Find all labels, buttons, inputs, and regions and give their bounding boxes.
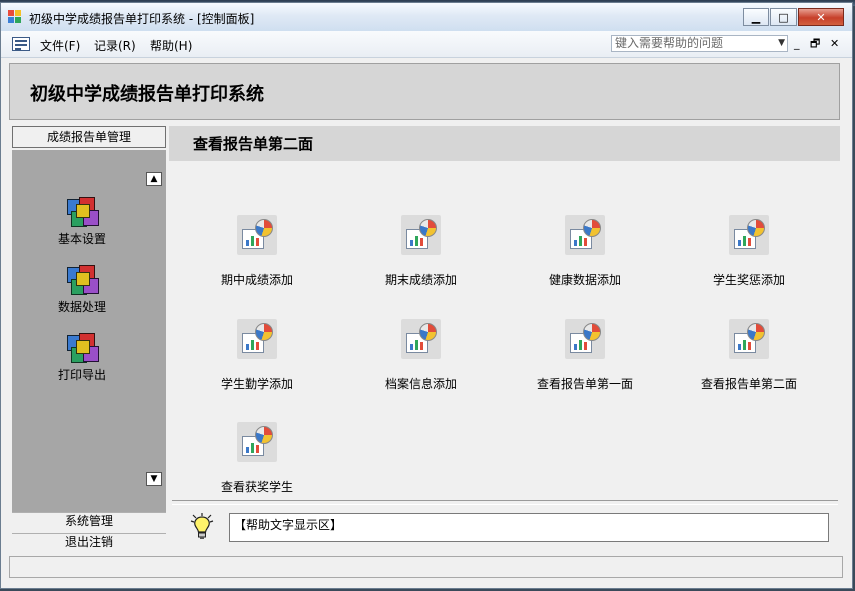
tile-label: 查看报告单第二面 bbox=[700, 377, 797, 391]
cubes-icon bbox=[65, 195, 99, 229]
title-bar[interactable]: 初级中学成绩报告单打印系统 - [控制面板] ▁ □ ✕ bbox=[1, 3, 852, 31]
form-doc-icon[interactable] bbox=[12, 37, 30, 51]
status-bar bbox=[9, 556, 843, 578]
report-chart-icon bbox=[237, 215, 277, 255]
help-question-input[interactable]: 键入需要帮助的问题 ▼ bbox=[611, 35, 788, 52]
tile-label: 学生勤学添加 bbox=[220, 377, 293, 391]
menu-record[interactable]: 记录(R) bbox=[94, 37, 136, 54]
window-title: 初级中学成绩报告单打印系统 - [控制面板] bbox=[29, 12, 255, 26]
tile-label: 学生奖惩添加 bbox=[712, 273, 785, 287]
main-title: 查看报告单第二面 bbox=[193, 135, 314, 153]
sidebar-item-label: 基本设置 bbox=[57, 232, 106, 246]
menu-bar: 文件(F) 记录(R) 帮助(H) 键入需要帮助的问题 ▼ _ 🗗 ✕ bbox=[1, 31, 852, 58]
sidebar-item-label: 数据处理 bbox=[57, 300, 106, 314]
form-header: 初级中学成绩报告单打印系统 bbox=[9, 63, 840, 120]
close-button[interactable]: ✕ bbox=[798, 8, 844, 26]
report-chart-icon bbox=[237, 422, 277, 462]
menu-file[interactable]: 文件(F) bbox=[40, 37, 80, 54]
help-question-placeholder: 键入需要帮助的问题 bbox=[615, 36, 724, 50]
cubes-icon bbox=[65, 263, 99, 297]
tile-diligence[interactable]: 学生勤学添加 bbox=[182, 319, 332, 392]
tile-archive-info[interactable]: 档案信息添加 bbox=[346, 319, 496, 392]
divider bbox=[172, 500, 838, 505]
system-management-button[interactable]: 系统管理 bbox=[12, 512, 166, 530]
menu-help[interactable]: 帮助(H) bbox=[150, 37, 192, 54]
tile-label: 期中成绩添加 bbox=[220, 273, 293, 287]
tile-final-scores[interactable]: 期末成绩添加 bbox=[346, 215, 496, 288]
report-chart-icon bbox=[565, 319, 605, 359]
report-chart-icon bbox=[729, 319, 769, 359]
tile-label: 查看获奖学生 bbox=[220, 480, 293, 494]
access-app-icon bbox=[8, 10, 22, 24]
tile-health-data[interactable]: 健康数据添加 bbox=[510, 215, 660, 288]
report-chart-icon bbox=[401, 215, 441, 255]
main-header: 查看报告单第二面 bbox=[169, 126, 840, 161]
tile-view-award-students[interactable]: 查看获奖学生 bbox=[182, 422, 332, 495]
tile-label: 期末成绩添加 bbox=[384, 273, 457, 287]
report-chart-icon bbox=[565, 215, 605, 255]
cubes-icon bbox=[65, 331, 99, 365]
mdi-minimize-button[interactable]: _ bbox=[794, 38, 800, 50]
scroll-up-icon[interactable]: ▲ bbox=[146, 172, 162, 186]
sidebar-panel: ▲ ▼ 基本设置 数据处理 打印导出 bbox=[12, 150, 166, 512]
sidebar-header-button[interactable]: 成绩报告单管理 bbox=[12, 126, 166, 148]
sidebar-item-basic-settings[interactable]: 基本设置 bbox=[12, 195, 152, 247]
tile-rewards-penalties[interactable]: 学生奖惩添加 bbox=[674, 215, 824, 288]
sidebar: 成绩报告单管理 ▲ ▼ 基本设置 数据处理 打印导出 系统管理 退出注销 bbox=[12, 126, 167, 551]
lightbulb-icon bbox=[190, 513, 214, 539]
mdi-restore-button[interactable]: 🗗 bbox=[810, 38, 820, 50]
sidebar-item-print-export[interactable]: 打印导出 bbox=[12, 331, 152, 383]
help-text-area: 【帮助文字显示区】 bbox=[229, 513, 829, 542]
report-chart-icon bbox=[237, 319, 277, 359]
help-text: 【帮助文字显示区】 bbox=[234, 518, 343, 532]
form-title: 初级中学成绩报告单打印系统 bbox=[30, 84, 264, 105]
mdi-close-button[interactable]: ✕ bbox=[830, 38, 839, 50]
tile-label: 查看报告单第一面 bbox=[536, 377, 633, 391]
tile-midterm-scores[interactable]: 期中成绩添加 bbox=[182, 215, 332, 288]
tile-view-report-page2[interactable]: 查看报告单第二面 bbox=[674, 319, 824, 392]
report-chart-icon bbox=[401, 319, 441, 359]
tile-view-report-page1[interactable]: 查看报告单第一面 bbox=[510, 319, 660, 392]
logout-button[interactable]: 退出注销 bbox=[12, 533, 166, 551]
scroll-down-icon[interactable]: ▼ bbox=[146, 472, 162, 486]
dropdown-arrow-icon[interactable]: ▼ bbox=[778, 36, 785, 51]
maximize-button[interactable]: □ bbox=[770, 8, 797, 26]
sidebar-item-data-processing[interactable]: 数据处理 bbox=[12, 263, 152, 315]
report-chart-icon bbox=[729, 215, 769, 255]
tile-label: 健康数据添加 bbox=[548, 273, 621, 287]
sidebar-item-label: 打印导出 bbox=[57, 368, 106, 382]
tile-label: 档案信息添加 bbox=[384, 377, 457, 391]
minimize-button[interactable]: ▁ bbox=[743, 8, 769, 26]
